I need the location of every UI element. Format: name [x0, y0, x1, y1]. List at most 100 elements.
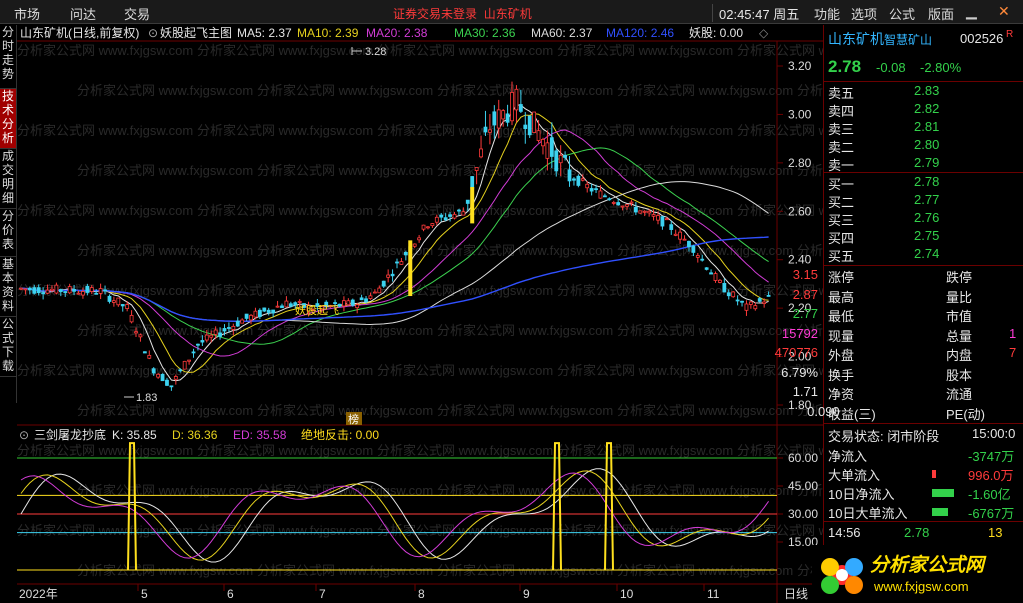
- candle: [231, 325, 236, 330]
- candle: [718, 279, 722, 283]
- formula-name[interactable]: 妖股起飞主图: [160, 26, 232, 40]
- svg-text:分析家公式网 www.fxjgsw.com: 分析家公式网 www.fxjgsw.com: [377, 363, 553, 378]
- stock-name: 山东矿机智慧矿山: [828, 31, 933, 47]
- svg-text:分析家公式网 www.fxjgsw.com: 分析家公式网 www.fxjgsw.com: [377, 443, 553, 458]
- month-label: 6: [227, 587, 234, 601]
- bid-row[interactable]: 买三 2.76: [828, 210, 939, 228]
- tick-volume: 13: [988, 525, 1003, 540]
- candle: [134, 331, 138, 334]
- bang-badge[interactable]: 榜: [348, 412, 359, 426]
- candle: [461, 211, 466, 216]
- candle: [165, 379, 169, 386]
- period-label[interactable]: 日线: [784, 587, 808, 601]
- candle: [213, 329, 218, 335]
- svg-text:分析家公式网 www.fxjgsw.com: 分析家公式网 www.fxjgsw.com: [557, 123, 733, 138]
- stat-row: 最低 2.77 市值: [792, 306, 973, 324]
- candle: [204, 334, 209, 341]
- candle: [364, 298, 368, 303]
- sub-indicator-name[interactable]: 三剑屠龙抄底: [34, 427, 106, 442]
- tab-trades[interactable]: 成交明细: [0, 149, 16, 209]
- sub-settings-icon[interactable]: ⊙: [19, 428, 29, 442]
- svg-text:分析家公式网 www.fxjgsw.com: 分析家公式网 www.fxjgsw.com: [257, 323, 433, 338]
- price-tick: 2.40: [788, 253, 812, 267]
- candle: [54, 284, 59, 294]
- bid-row[interactable]: 买四 2.75: [828, 228, 939, 246]
- kline-chart[interactable]: 分析家公式网 www.fxjgsw.com 分析家公式网 www.fxjgsw.c…: [17, 25, 823, 603]
- chevron-icon[interactable]: ⊙: [148, 26, 158, 40]
- candle: [72, 288, 76, 292]
- candle: [381, 280, 386, 287]
- ask-row[interactable]: 卖一 2.79: [828, 155, 939, 173]
- tab-formula-download[interactable]: 公式下载: [0, 317, 16, 377]
- candle: [731, 291, 736, 298]
- svg-text:分析家公式网 www.fxjgsw.com: 分析家公式网 www.fxjgsw.com: [737, 43, 823, 58]
- candle: [284, 300, 289, 308]
- bid-row[interactable]: 买一 2.78: [828, 174, 939, 192]
- candle: [359, 297, 364, 301]
- year-label: 2022年: [19, 587, 58, 601]
- candle: [350, 299, 355, 306]
- svg-text:分析家公式网 www.fxjgsw.com: 分析家公式网 www.fxjgsw.com: [17, 203, 193, 218]
- candle: [209, 334, 214, 338]
- menu-options[interactable]: 选项: [851, 4, 877, 23]
- candle: [63, 291, 68, 293]
- candle: [235, 320, 240, 327]
- candle: [434, 216, 439, 223]
- tab-price-table[interactable]: 分价表: [0, 209, 16, 257]
- menu-formula[interactable]: 公式: [889, 4, 915, 23]
- candle: [523, 124, 528, 129]
- candle: [50, 288, 54, 291]
- flow-row: 净流入 -3747万: [828, 449, 1015, 464]
- ask-row[interactable]: 卖二 2.80: [828, 137, 939, 155]
- candle: [182, 360, 187, 370]
- ask-row[interactable]: 卖三 2.81: [828, 119, 939, 137]
- svg-text:分析家公式网 www.fxjgsw.com: 分析家公式网 www.fxjgsw.com: [257, 163, 433, 178]
- menu-trade[interactable]: 交易: [124, 4, 150, 23]
- candle: [107, 295, 112, 302]
- candle: [589, 188, 594, 192]
- minimize-icon[interactable]: ▁: [966, 3, 977, 20]
- candle: [342, 300, 346, 307]
- bid-row[interactable]: 买二 2.77: [828, 192, 939, 210]
- tab-technical[interactable]: 技术分析: [0, 89, 16, 149]
- svg-text:分析家公式网 www.fxjgsw.com: 分析家公式网 www.fxjgsw.com: [797, 83, 823, 98]
- tab-fundamentals[interactable]: 基本资料: [0, 257, 16, 317]
- svg-text:分析家公式网 www.fxjgsw.com: 分析家公式网 www.fxjgsw.com: [77, 323, 253, 338]
- candle: [147, 354, 152, 359]
- svg-text:分析家公式网 www.fxjgsw.com: 分析家公式网 www.fxjgsw.com: [77, 243, 253, 258]
- candle: [567, 169, 572, 182]
- close-icon[interactable]: ✕: [998, 3, 1010, 20]
- logo-url: www.fxjgsw.com: [873, 579, 969, 594]
- flow-row: 大单流入 996.0万: [828, 468, 1014, 483]
- candle: [598, 190, 603, 199]
- tick-time: 14:56: [828, 525, 861, 540]
- legend-ma60: MA60: 2.37: [531, 26, 593, 40]
- candle: [470, 176, 475, 189]
- ask-row[interactable]: 卖四 2.82: [828, 101, 939, 119]
- candle: [457, 209, 461, 212]
- svg-text:分析家公式网 www.fxjgsw.com: 分析家公式网 www.fxjgsw.com: [557, 43, 733, 58]
- bid-row[interactable]: 买五 2.74: [828, 246, 939, 264]
- candle: [448, 214, 452, 217]
- ask-row[interactable]: 卖五 2.83: [828, 83, 939, 101]
- candle: [580, 178, 585, 181]
- menu-market[interactable]: 市场: [14, 4, 40, 23]
- month-label: 7: [319, 587, 326, 601]
- trade-status-time: 15:00:0: [972, 426, 1016, 441]
- candle: [465, 199, 470, 204]
- svg-text:分析家公式网 www.fxjgsw.com: 分析家公式网 www.fxjgsw.com: [257, 403, 433, 418]
- menu-wenda[interactable]: 问达: [70, 4, 96, 23]
- candle: [678, 231, 683, 240]
- legend-ma10: MA10: 2.39: [297, 26, 359, 40]
- price-change: -0.08: [876, 60, 906, 75]
- candle: [81, 291, 85, 296]
- menu-layout[interactable]: 版面: [928, 4, 954, 23]
- diamond-icon[interactable]: ◇: [759, 26, 769, 40]
- candle: [656, 215, 660, 221]
- candle: [439, 214, 444, 218]
- menu-function[interactable]: 功能: [814, 4, 840, 23]
- candle: [722, 282, 727, 293]
- tab-intraday[interactable]: 分时走势: [0, 25, 16, 89]
- candle: [554, 150, 559, 172]
- svg-text:分析家公式网 www.fxjgsw.com: 分析家公式网 www.fxjgsw.com: [197, 283, 373, 298]
